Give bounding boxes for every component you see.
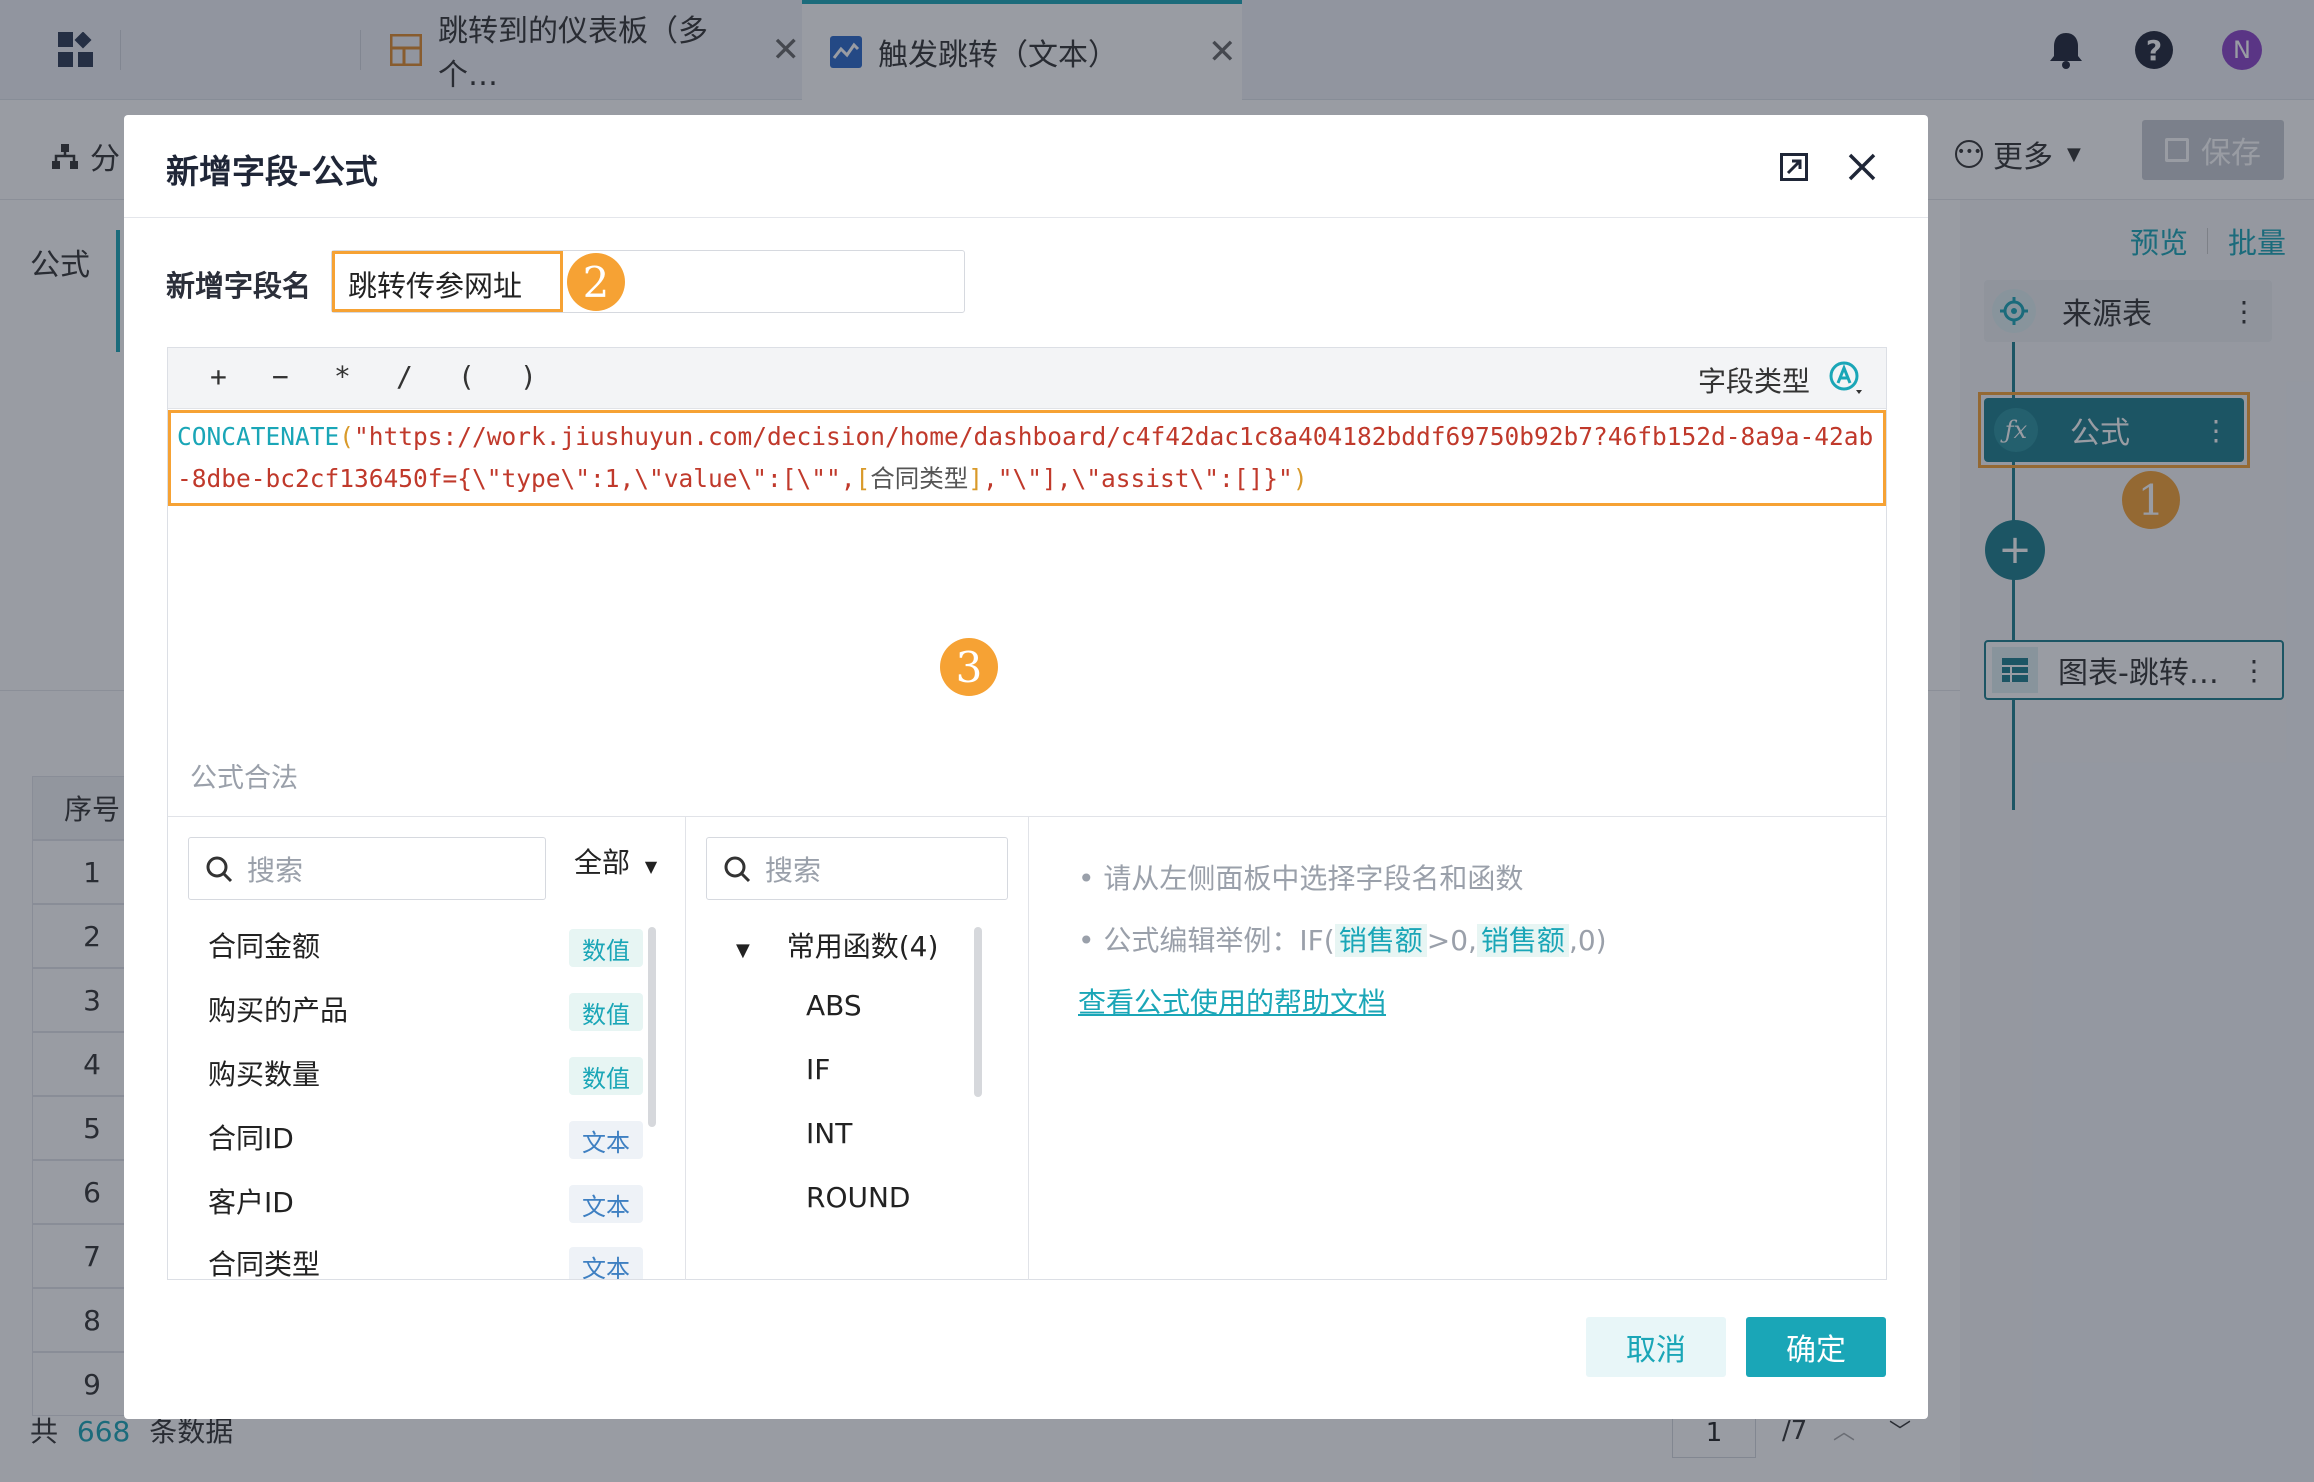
- function-item[interactable]: ROUND: [806, 1181, 911, 1214]
- function-list: ABS IF INT ROUND: [686, 817, 986, 1280]
- close-paren-operator[interactable]: ): [520, 360, 537, 393]
- formula-editor: + − * / ( ) 字段类型 CONCATENATE("https://wo…: [167, 347, 1887, 1280]
- field-item[interactable]: 合同ID: [208, 1117, 294, 1157]
- step-marker-3: 3: [940, 638, 998, 696]
- tip-text: • 公式编辑举例：IF(: [1078, 924, 1335, 957]
- minus-operator[interactable]: −: [272, 360, 289, 393]
- formula-paren: ): [1292, 464, 1308, 493]
- field-name-value: 跳转传参网址: [348, 269, 523, 303]
- step-marker-2: 2: [567, 253, 625, 311]
- pane-divider: [1028, 817, 1029, 1280]
- field-item[interactable]: 购买的产品: [208, 989, 348, 1029]
- field-item[interactable]: 合同金额: [208, 925, 320, 965]
- formula-paren: (: [339, 422, 355, 451]
- type-badge: 文本: [569, 1185, 643, 1223]
- cancel-button[interactable]: 取消: [1586, 1317, 1726, 1377]
- function-item[interactable]: ABS: [806, 989, 862, 1022]
- picker-panes: 搜索 全部 ▼ 合同金额 数值 购买的产品 数值 购买数量 数值 合同ID 文本…: [168, 816, 1886, 1280]
- expand-icon[interactable]: [1780, 153, 1808, 181]
- plus-operator[interactable]: +: [210, 360, 227, 393]
- formula-function: CONCATENATE: [177, 422, 340, 451]
- field-search-input[interactable]: 搜索: [188, 837, 546, 900]
- field-name-label: 新增字段名: [166, 269, 312, 303]
- multiply-operator[interactable]: *: [334, 360, 351, 393]
- search-placeholder: 搜索: [247, 853, 304, 887]
- open-paren-operator[interactable]: (: [458, 360, 475, 393]
- caret-down-icon: ▼: [644, 857, 658, 876]
- field-type-icon[interactable]: [1828, 360, 1864, 396]
- tip-text: ,0): [1568, 924, 1607, 957]
- tip-line: • 请从左侧面板中选择字段名和函数: [1078, 862, 1524, 895]
- field-list-scrollbar[interactable]: [648, 927, 656, 1127]
- field-list-clip: 合同类型 文本: [168, 1237, 688, 1279]
- title-divider: [124, 217, 1928, 218]
- confirm-button[interactable]: 确定: [1746, 1317, 1886, 1377]
- field-item[interactable]: 合同类型: [208, 1243, 320, 1279]
- formula-status: 公式合法: [190, 763, 298, 794]
- function-item[interactable]: INT: [806, 1117, 852, 1150]
- close-icon[interactable]: [1846, 151, 1878, 183]
- tip-line: • 公式编辑举例：IF(销售额 >0, 销售额 ,0): [1078, 919, 1607, 959]
- type-badge: 数值: [569, 993, 643, 1031]
- scope-label: 全部: [574, 846, 631, 879]
- dialog-title: 新增字段-公式: [166, 152, 378, 191]
- tip-field: 销售额: [1476, 924, 1569, 957]
- type-badge: 文本: [569, 1121, 643, 1159]
- operator-bar: + − * / ( ) 字段类型: [168, 348, 1886, 409]
- tip-text: >0,: [1426, 924, 1477, 957]
- help-doc-link[interactable]: 查看公式使用的帮助文档: [1078, 981, 1386, 1021]
- field-item[interactable]: 客户ID: [208, 1181, 294, 1221]
- scope-select[interactable]: 全部 ▼: [574, 841, 657, 881]
- formula-string: ,"\"],\"assist\":[]}": [983, 464, 1293, 493]
- field-bracket: ]: [968, 464, 984, 493]
- tip-field: 销售额: [1334, 924, 1427, 957]
- type-badge: 数值: [569, 1057, 643, 1095]
- type-badge: 文本: [569, 1247, 643, 1279]
- add-field-dialog: 新增字段-公式 新增字段名 跳转传参网址 2 + − * / ( ) 字段类型 …: [124, 115, 1928, 1419]
- formula-field: 合同类型: [870, 464, 969, 493]
- field-type-label: 字段类型: [1698, 365, 1811, 398]
- field-bracket: [: [855, 464, 871, 493]
- field-item[interactable]: 购买数量: [208, 1053, 320, 1093]
- divide-operator[interactable]: /: [396, 360, 413, 393]
- type-badge: 数值: [569, 929, 643, 967]
- search-icon: [205, 855, 233, 883]
- function-list-scrollbar[interactable]: [974, 927, 982, 1097]
- function-item[interactable]: IF: [806, 1053, 830, 1086]
- formula-input[interactable]: CONCATENATE("https://work.jiushuyun.com/…: [168, 410, 1886, 506]
